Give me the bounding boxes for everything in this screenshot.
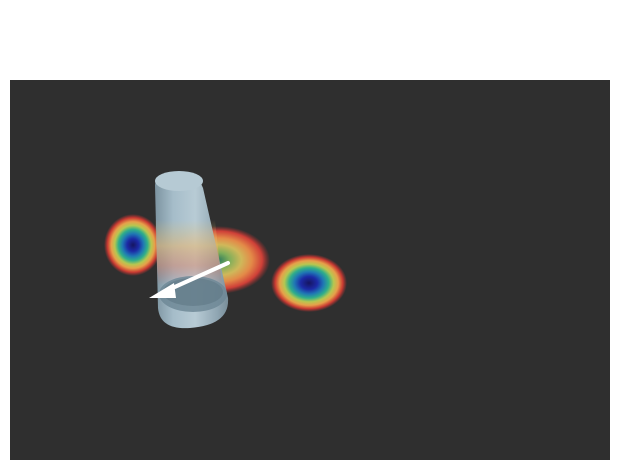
heatmap-blob-right [271, 254, 347, 312]
cylinder-icon[interactable] [155, 171, 229, 329]
app-window [0, 0, 620, 470]
3d-viewport[interactable] [10, 80, 610, 460]
scene-canvas[interactable] [10, 80, 610, 460]
heatmap-blob-left [104, 214, 162, 276]
